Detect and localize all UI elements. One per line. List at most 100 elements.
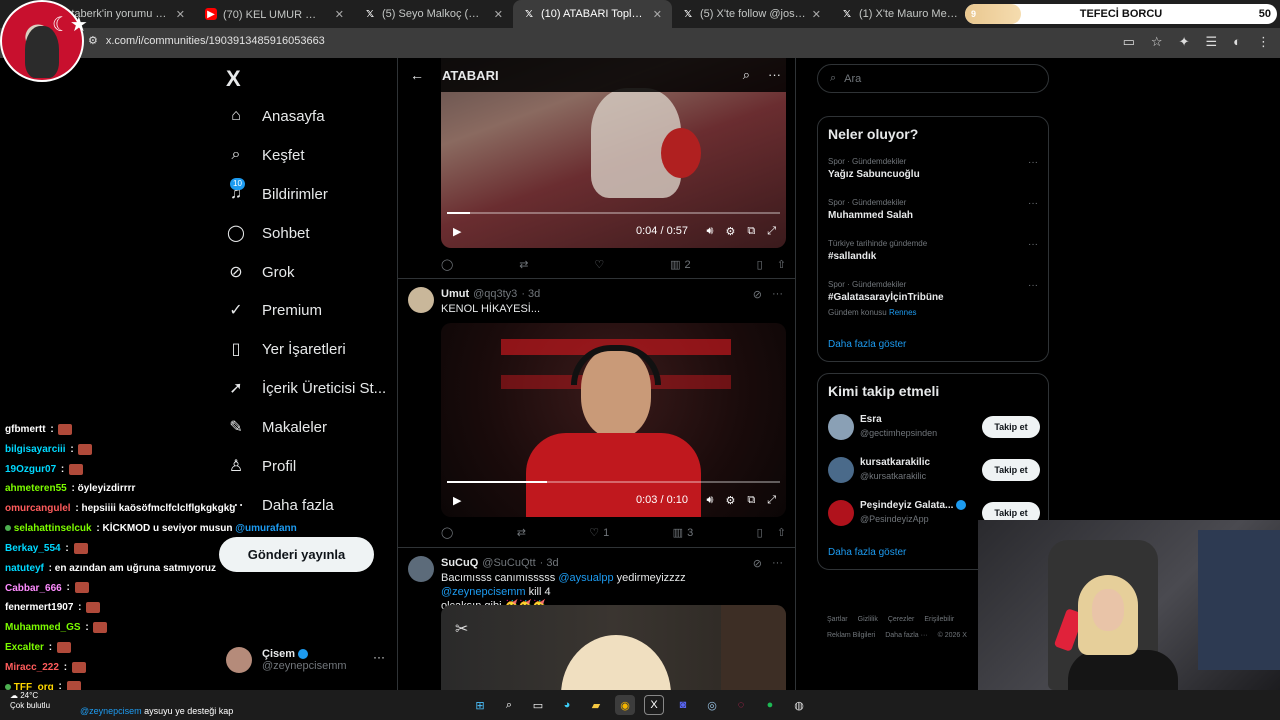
fullscreen-icon[interactable]: ⤢ <box>767 494 776 507</box>
sidebar-item-grok[interactable]: ⊘ Grok <box>226 262 294 282</box>
chat-username[interactable]: Cabbar_666 <box>5 583 62 594</box>
chat-username[interactable]: natuteyf <box>5 563 44 574</box>
chat-username[interactable]: fenermert1907 <box>5 602 73 613</box>
reply-icon[interactable]: ◯ <box>441 258 453 271</box>
grok-icon[interactable]: ⊘ <box>753 557 762 570</box>
mention-link[interactable]: @zeynepcisemm <box>441 586 526 598</box>
share-icon[interactable]: ⇧ <box>777 258 786 271</box>
author-handle[interactable]: @SuCuQtt <box>482 557 535 569</box>
chat-username[interactable]: Excalter <box>5 642 44 653</box>
x-logo[interactable]: X <box>226 66 241 92</box>
browser-tab[interactable]: 𝕏 (10) ATABARI Topluluk / X ✕ <box>513 0 672 28</box>
views-button[interactable]: ▥ 2 <box>670 258 691 272</box>
post-button[interactable]: Gönderi yayınla <box>219 537 374 572</box>
trend-item[interactable]: Spor · Gündemdekiler #GalatasarayİçinTrib… <box>828 280 1040 317</box>
avatar[interactable] <box>408 287 434 313</box>
like-icon[interactable]: ♡ <box>594 258 604 271</box>
sidebar-item-bookmark[interactable]: ▯ Yer İşaretleri <box>226 339 346 359</box>
close-tab-icon[interactable]: ✕ <box>653 8 662 21</box>
edge-icon[interactable]: ◕ <box>557 695 577 715</box>
chat-username[interactable]: Miracc_222 <box>5 662 59 673</box>
account-switcher[interactable]: Çisem @zeynepcisemm ··· <box>226 642 391 678</box>
footer-link[interactable]: Erişilebilir <box>924 616 954 623</box>
sidebar-item-search[interactable]: ⌕ Keşfet <box>226 145 305 165</box>
more-icon[interactable]: ··· <box>373 650 385 664</box>
trend-item[interactable]: Spor · Gündemdekiler Muhammed Salah ··· <box>828 198 1040 221</box>
back-arrow-icon[interactable]: ← <box>410 67 424 83</box>
search-icon[interactable]: ⌕ <box>743 67 750 83</box>
sidebar-item-bell[interactable]: ♫ 10 Bildirimler <box>226 178 328 204</box>
file-explorer-icon[interactable]: ▰ <box>586 695 606 715</box>
chat-username[interactable]: bilgisayarciii <box>5 444 66 455</box>
settings-icon[interactable]: ⚙ <box>725 494 735 507</box>
close-tab-icon[interactable]: ✕ <box>494 8 503 21</box>
mention-link[interactable]: @aysualpp <box>558 572 613 584</box>
author-name[interactable]: SuCuQ <box>441 557 478 569</box>
more-icon[interactable]: ··· <box>1028 280 1038 291</box>
sidebar-item-profile[interactable]: ♙ Profil <box>226 456 296 476</box>
chat-username[interactable]: omurcangulel <box>5 503 71 514</box>
more-icon[interactable]: ··· <box>1028 198 1038 209</box>
reading-list-icon[interactable]: ☰ <box>1205 34 1217 50</box>
settings-icon[interactable]: ⚙ <box>725 225 735 238</box>
close-tab-icon[interactable]: ✕ <box>812 8 821 21</box>
cast-icon[interactable]: ▭ <box>1123 34 1135 50</box>
play-icon[interactable]: ▶ <box>453 494 461 507</box>
grok-icon[interactable]: ⊘ <box>753 288 762 301</box>
more-icon[interactable]: ··· <box>1028 239 1038 250</box>
chat-username[interactable]: Berkay_554 <box>5 543 61 554</box>
close-tab-icon[interactable]: ✕ <box>176 8 185 21</box>
chrome-icon[interactable]: ◉ <box>615 695 635 715</box>
url-field[interactable]: ⚙ x.com/i/communities/190391348591605366… <box>88 34 325 48</box>
follow-button[interactable]: Takip et <box>982 416 1040 438</box>
trend-sub-link[interactable]: Rennes <box>889 308 917 317</box>
footer-link[interactable]: Çerezler <box>888 616 914 623</box>
chat-username[interactable]: Muhammed_GS <box>5 622 81 633</box>
more-icon[interactable]: ··· <box>772 557 783 570</box>
show-more-link[interactable]: Daha fazla göster <box>828 339 906 350</box>
author-name[interactable]: Umut <box>441 288 469 300</box>
sidebar-item-chat[interactable]: ◯ Sohbet <box>226 223 310 243</box>
spotify-icon[interactable]: ● <box>760 695 780 715</box>
browser-tab[interactable]: 𝕏 (5) X'te follow @joshuaxonsy ✕ <box>672 0 831 28</box>
footer-link[interactable]: Gizlilik <box>858 616 878 623</box>
close-tab-icon[interactable]: ✕ <box>335 8 344 21</box>
author-handle[interactable]: @qq3ty3 <box>473 288 517 300</box>
browser-tab[interactable]: 𝕏 (5) Seyo Malkoç (@seyooo06) / ✕ <box>354 0 513 28</box>
fullscreen-icon[interactable]: ⤢ <box>767 225 776 238</box>
sidebar-item-more[interactable]: ⋯ Daha fazla <box>226 495 334 515</box>
avatar[interactable] <box>408 556 434 582</box>
sidebar-item-articles[interactable]: ✎ Makaleler <box>226 417 327 437</box>
sidebar-item-rocket[interactable]: ➚ İçerik Üreticisi St... <box>226 378 386 398</box>
site-info-icon[interactable]: ⚙ <box>88 34 98 47</box>
app-icon[interactable]: ◍ <box>789 695 809 715</box>
repost-icon[interactable]: ⇄ <box>519 258 528 271</box>
trend-item[interactable]: Türkiye tarihinde gündemde #sallandık ··· <box>828 239 1040 262</box>
x-app-icon[interactable]: X <box>644 695 664 715</box>
chat-username[interactable]: 19Ozgur07 <box>5 464 56 475</box>
menu-icon[interactable]: ⋮ <box>1257 34 1270 50</box>
bookmark-icon[interactable]: ▯ <box>757 258 763 271</box>
discord-icon[interactable]: ◙ <box>673 695 693 715</box>
share-icon[interactable]: ⇧ <box>777 526 786 539</box>
footer-link[interactable]: Şartlar <box>827 616 848 623</box>
sidebar-item-premium[interactable]: ✓ Premium <box>226 300 322 320</box>
footer-link[interactable]: Daha fazla ··· <box>885 632 927 639</box>
browser-tab[interactable]: ▶ (70) KEL UMUR 🥥 #ataberkdo ✕ <box>195 0 354 28</box>
more-icon[interactable]: ··· <box>768 67 781 83</box>
trend-item[interactable]: Spor · Gündemdekiler Yağız Sabuncuoğlu ··· <box>828 157 1040 180</box>
chat-username[interactable]: gfbmertt <box>5 424 46 435</box>
pip-icon[interactable]: ⧉ <box>747 494 755 507</box>
bookmark-icon[interactable]: ▯ <box>757 526 763 539</box>
footer-link[interactable]: © 2026 X <box>938 632 967 639</box>
volume-icon[interactable]: 🔊︎ <box>707 494 714 507</box>
footer-link[interactable]: Reklam Bilgileri <box>827 632 875 639</box>
start-icon[interactable]: ⊞ <box>470 695 490 715</box>
more-icon[interactable]: ··· <box>772 288 783 301</box>
weather-widget[interactable]: ☁ 24°C Çok bulutlu <box>10 691 50 711</box>
follow-suggestion[interactable]: Esra @gectimhepsinden Takip et <box>828 412 1040 442</box>
search-input[interactable]: ⌕ Ara <box>817 64 1049 93</box>
play-icon[interactable]: ▶ <box>453 225 461 238</box>
search-icon[interactable]: ⌕ <box>499 695 519 715</box>
video-player[interactable]: ▶ 0:03 / 0:10 🔊︎ ⚙ ⧉ ⤢ <box>441 323 786 517</box>
